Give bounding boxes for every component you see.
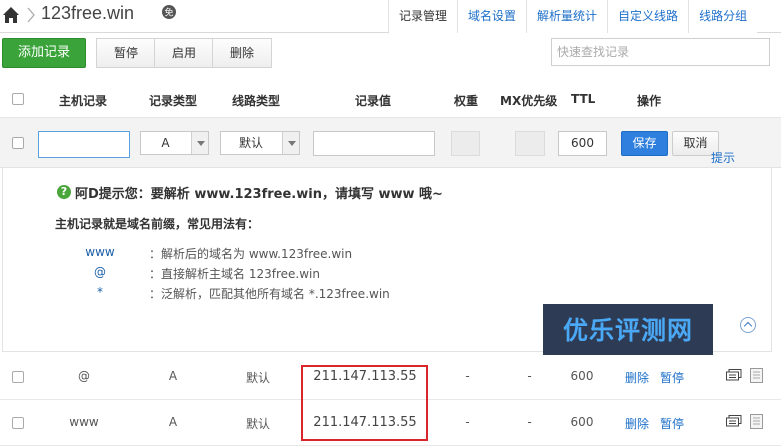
pause-record-link[interactable]: 暂停 — [660, 415, 684, 432]
question-icon: ? — [57, 185, 71, 199]
record-type: A — [168, 415, 178, 429]
add-record-button[interactable]: 添加记录 — [2, 38, 86, 68]
table-header: 主机记录 记录类型 线路类型 记录值 权重 MX优先级 TTL 操作 — [0, 82, 781, 118]
note-icon[interactable] — [750, 414, 763, 429]
example-desc: ：直接解析主域名 123free.win — [149, 267, 320, 281]
delete-record-link[interactable]: 删除 — [625, 415, 649, 432]
column-ops: 操作 — [637, 94, 662, 108]
record-mx: - — [527, 369, 532, 383]
svg-text:免: 免 — [164, 7, 173, 19]
weight-input — [451, 131, 480, 156]
record-type: A — [168, 369, 178, 383]
tab-domain-settings[interactable]: 域名设置 — [457, 0, 527, 33]
example-key: @ — [94, 265, 106, 279]
message-icon[interactable] — [726, 369, 742, 382]
delete-record-link[interactable]: 删除 — [625, 369, 649, 386]
record-ttl: 600 — [570, 369, 594, 383]
enable-button[interactable]: 启用 — [154, 38, 214, 68]
record-host: @ — [78, 369, 90, 383]
new-record-row: A 默认 600 保存 取消 — [0, 118, 781, 168]
column-value: 记录值 — [355, 94, 392, 108]
record-mx: - — [527, 415, 532, 429]
tab-line-groups[interactable]: 线路分组 — [688, 0, 758, 33]
line-type-value: 默认 — [238, 136, 263, 150]
example-desc: ：解析后的域名为 www.123free.win — [149, 247, 353, 261]
hide-tip-link[interactable]: 提示 — [711, 149, 735, 166]
free-badge-icon: 免 — [162, 5, 176, 19]
column-type: 记录类型 — [149, 94, 198, 108]
tab-query-stats[interactable]: 解析量统计 — [526, 0, 608, 33]
row-checkbox[interactable] — [12, 137, 24, 149]
pause-button[interactable]: 暂停 — [96, 38, 156, 68]
tab-record-management[interactable]: 记录管理 — [388, 0, 458, 34]
tip-subtitle: 主机记录就是域名前缀，常见用法有： — [55, 217, 260, 231]
record-line: 默认 — [245, 371, 270, 385]
column-weight: 权重 — [454, 94, 479, 108]
note-icon[interactable] — [750, 368, 763, 383]
select-all-checkbox[interactable] — [12, 93, 24, 105]
column-mx: MX优先级 — [500, 94, 558, 108]
example-key: www — [85, 245, 115, 259]
record-weight: - — [465, 415, 470, 429]
example-desc: ：泛解析，匹配其他所有域名 *.123free.win — [149, 287, 390, 301]
column-host: 主机记录 — [59, 94, 108, 108]
column-line: 线路类型 — [232, 94, 281, 108]
record-host: www — [69, 415, 99, 429]
tip-title: 阿D提示您：要解析 www.123free.win，请填写 www 哦~ — [75, 187, 443, 202]
delete-button[interactable]: 删除 — [212, 38, 272, 68]
save-button[interactable]: 保存 — [621, 131, 668, 156]
top-bar: 123free.win 免 记录管理 域名设置 解析量统计 自定义线路 线路分组 — [0, 0, 781, 34]
collapse-up-icon[interactable] — [740, 317, 756, 333]
record-type-value: A — [161, 136, 170, 150]
highlight-box — [301, 365, 428, 441]
host-input[interactable] — [38, 131, 130, 158]
domain-title: 123free.win — [41, 3, 135, 23]
record-ttl: 600 — [570, 415, 594, 429]
tab-custom-lines[interactable]: 自定义线路 — [607, 0, 689, 33]
tab-bar: 记录管理 域名设置 解析量统计 自定义线路 线路分组 — [388, 0, 758, 34]
line-type-select[interactable]: 默认 — [220, 131, 300, 155]
home-icon[interactable] — [2, 6, 20, 24]
chevron-down-icon — [191, 132, 208, 154]
record-type-select[interactable]: A — [140, 131, 209, 155]
example-key: * — [97, 285, 103, 299]
column-ttl: TTL — [571, 92, 596, 106]
message-icon[interactable] — [726, 415, 742, 428]
chevron-down-icon — [282, 132, 299, 154]
record-value-input[interactable] — [313, 131, 435, 156]
pause-record-link[interactable]: 暂停 — [660, 369, 684, 386]
search-input[interactable] — [551, 38, 770, 66]
row-checkbox[interactable] — [12, 417, 24, 429]
record-weight: - — [465, 369, 470, 383]
mx-priority-input — [515, 131, 545, 156]
ttl-input[interactable]: 600 — [558, 131, 607, 156]
row-checkbox[interactable] — [12, 371, 24, 383]
breadcrumb-separator-icon — [27, 7, 35, 23]
watermark-logo: 优乐评测网 — [543, 304, 713, 357]
record-line: 默认 — [245, 417, 270, 431]
